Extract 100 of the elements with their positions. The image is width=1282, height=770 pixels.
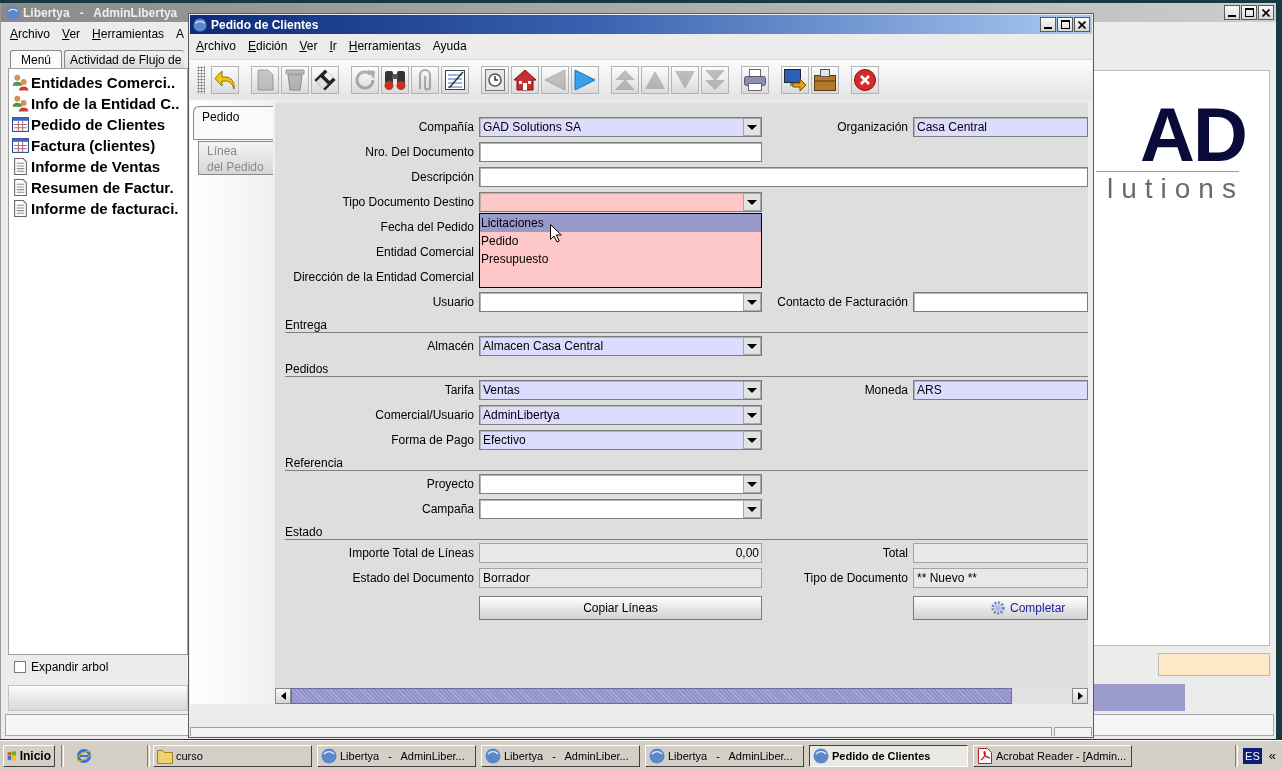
globe-icon xyxy=(6,5,20,20)
toolbar-button[interactable] xyxy=(851,65,879,94)
dropdown-arrow-icon xyxy=(743,117,761,136)
left-triangle-icon xyxy=(280,692,286,700)
maximize-button[interactable] xyxy=(1057,17,1073,32)
toolbar-button[interactable] xyxy=(511,65,539,94)
process-button[interactable]: Completar xyxy=(913,596,1088,620)
dropdown-arrow-icon xyxy=(743,292,761,311)
dropdown[interactable]: Ventas xyxy=(479,379,762,400)
left-triangle-icon xyxy=(544,68,566,91)
clock-icon xyxy=(484,68,506,91)
menu-item[interactable]: Edición xyxy=(242,39,294,54)
menu-item[interactable]: A xyxy=(170,27,191,42)
dropdown[interactable] xyxy=(479,191,762,212)
dropdown-option[interactable]: Pedido xyxy=(480,231,761,250)
tree-item[interactable]: Informe de facturaci. xyxy=(9,198,187,219)
taskbar-button[interactable]: Libertya - AdminLiber... xyxy=(481,744,640,767)
window-title: Pedido de Clientes xyxy=(211,17,319,32)
checkbox-label: Expandir arbol xyxy=(31,660,109,674)
dropdown-option[interactable]: Licitaciones xyxy=(480,213,761,232)
menu-item[interactable]: Ver xyxy=(293,39,324,54)
tree-item[interactable]: Pedido de Clientes xyxy=(9,114,187,135)
tree-item[interactable]: Entidades Comerci.. xyxy=(9,72,187,93)
menu-item[interactable]: Ayuda xyxy=(426,39,473,54)
dropdown-arrow-icon xyxy=(743,192,761,211)
text-field[interactable] xyxy=(479,141,762,162)
tree-item[interactable]: Resumen de Factur. xyxy=(9,177,187,198)
toolbar-button[interactable] xyxy=(311,65,339,94)
section-label: Entrega xyxy=(285,318,328,332)
tree-item[interactable]: Factura (clientes) xyxy=(9,135,187,156)
checkbox[interactable] xyxy=(14,661,26,673)
dropdown[interactable] xyxy=(479,291,762,312)
field-label: Moneda xyxy=(863,382,909,397)
action-button[interactable]: Copiar Líneas xyxy=(479,596,762,620)
dropdown[interactable] xyxy=(479,473,762,494)
scroll-left-button[interactable] xyxy=(275,688,291,704)
menu-item[interactable]: Herramientas xyxy=(342,39,427,54)
toolbar-button[interactable] xyxy=(481,65,509,94)
text-field[interactable] xyxy=(479,166,1088,187)
minimize-button[interactable] xyxy=(1040,17,1056,32)
toolbar-button[interactable] xyxy=(381,65,409,94)
tab[interactable]: Menú xyxy=(10,50,63,68)
input-field[interactable] xyxy=(1158,652,1270,676)
toolbar-button[interactable] xyxy=(741,65,769,94)
taskbar-button[interactable]: Libertya - AdminLiber... xyxy=(645,744,804,767)
browser-icon[interactable] xyxy=(76,747,92,764)
menu-item[interactable]: Ver xyxy=(56,27,87,42)
toolbar-button[interactable] xyxy=(811,65,839,94)
menu-item[interactable]: Archivo xyxy=(4,27,57,42)
dropdown-option[interactable]: Presupuesto xyxy=(480,249,761,268)
menu-item[interactable]: Archivo xyxy=(190,39,243,54)
dropdown[interactable]: AdminLibertya xyxy=(479,404,762,425)
close-icon xyxy=(1262,8,1270,17)
grid-icon xyxy=(444,68,466,91)
printer-icon xyxy=(744,68,766,91)
field-label: Importe Total de Líneas xyxy=(347,545,475,560)
dropdown[interactable]: GAD Solutions SA xyxy=(479,116,762,137)
close-button[interactable] xyxy=(1074,17,1090,32)
text-field[interactable]: ARS xyxy=(913,379,1088,400)
briefcase-icon xyxy=(814,68,836,91)
field-label: Tipo de Documento xyxy=(802,570,909,585)
tab[interactable]: Pedido xyxy=(193,106,273,140)
field-label: Total xyxy=(881,545,909,560)
text-field[interactable] xyxy=(913,291,1088,312)
taskbar-button[interactable]: curso xyxy=(153,744,312,767)
undo-icon xyxy=(214,68,236,91)
tab[interactable]: Actividad de Flujo de xyxy=(64,50,185,68)
binoculars-icon xyxy=(384,68,406,91)
section-label: Estado xyxy=(285,525,323,539)
taskbar-button[interactable]: Pedido de Clientes xyxy=(809,744,968,767)
maximize-icon xyxy=(1244,8,1254,17)
tray-expand-button[interactable]: « xyxy=(1266,748,1278,763)
toolbar-button[interactable] xyxy=(781,65,809,94)
dropdown-arrow-icon xyxy=(743,499,761,518)
field-label: Fecha del Pedido xyxy=(379,219,475,234)
dropdown[interactable] xyxy=(479,498,762,519)
start-button[interactable]: Inicio xyxy=(3,744,55,767)
trash-icon xyxy=(284,68,306,91)
field-label: Tipo Documento Destino xyxy=(341,194,475,209)
field-label: Forma de Pago xyxy=(390,432,475,447)
tree-item[interactable]: Informe de Ventas xyxy=(9,156,187,177)
minimize-icon xyxy=(1228,15,1236,17)
field-label: Usuario xyxy=(431,294,475,309)
window-title: Libertya - AdminLibertya xyxy=(23,5,178,20)
language-indicator[interactable]: ES xyxy=(1243,747,1262,764)
scroll-right-button[interactable] xyxy=(1072,688,1088,704)
dropdown[interactable]: Almacen Casa Central xyxy=(479,335,762,356)
toolbar-grip[interactable] xyxy=(197,65,205,94)
menu-item[interactable]: Herramientas xyxy=(86,27,171,42)
taskbar-button[interactable]: Acrobat Reader - [Admin... xyxy=(973,744,1132,767)
tree-item[interactable]: Info de la Entidad C.. xyxy=(9,93,187,114)
taskbar-button[interactable]: Libertya - AdminLiber... xyxy=(317,744,476,767)
dropdown[interactable]: Efectivo xyxy=(479,429,762,450)
menu-item[interactable]: Ir xyxy=(323,39,343,54)
text-field[interactable]: Casa Central xyxy=(913,116,1088,137)
field-label: Nro. Del Documento xyxy=(364,144,475,159)
monitor-icon xyxy=(784,68,806,91)
read-only-field: 0,00 xyxy=(479,542,762,563)
toolbar-button[interactable] xyxy=(441,65,469,94)
field-label: Contacto de Facturación xyxy=(776,294,909,309)
